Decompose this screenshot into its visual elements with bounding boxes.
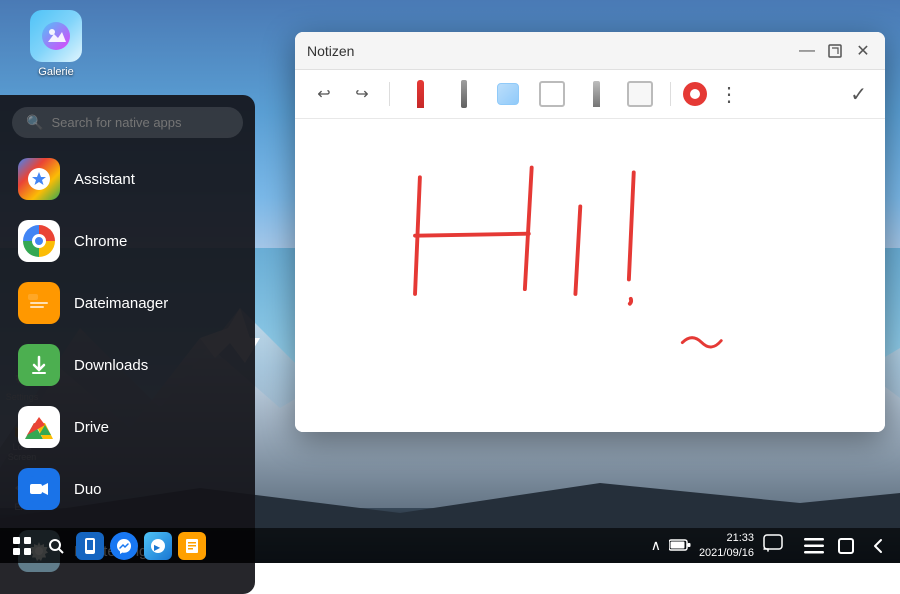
minimize-button[interactable]: — <box>797 41 817 61</box>
nav-recents-button[interactable] <box>832 532 860 560</box>
taskbar-app-phone[interactable] <box>76 532 104 560</box>
nav-menu-button[interactable] <box>800 532 828 560</box>
close-button[interactable]: ✕ <box>853 41 873 61</box>
maximize-button[interactable] <box>825 41 845 61</box>
chrome-icon <box>18 220 60 262</box>
window-toolbar: ↩ ↪ <box>295 70 885 119</box>
more-options-button[interactable]: ⋮ <box>715 78 743 111</box>
square2-tool-icon <box>627 81 653 107</box>
duo-icon <box>18 468 60 510</box>
app-item-duo[interactable]: Duo <box>0 458 255 520</box>
drive-icon <box>18 406 60 448</box>
pen-tool-gray[interactable] <box>446 76 482 112</box>
notizen-window: Notizen — ✕ ↩ ↪ <box>295 32 885 432</box>
svg-text:▶: ▶ <box>154 543 161 552</box>
app-launcher: 🔍 Assistant Chrome <box>0 95 255 594</box>
taskbar-right: ∧ 21:33 2021/09/16 <box>651 531 892 560</box>
window-titlebar: Notizen — ✕ <box>295 32 885 70</box>
time-display: 21:33 <box>699 531 754 545</box>
date-display: 2021/09/16 <box>699 546 754 560</box>
toolbar-separator-1 <box>389 82 390 106</box>
undo-button[interactable]: ↩ <box>309 79 339 109</box>
pen-tool-square[interactable] <box>534 76 570 112</box>
pen-tool-pencil[interactable] <box>578 76 614 112</box>
taskbar-app-notes[interactable] <box>178 532 206 560</box>
window-controls: — ✕ <box>797 41 873 61</box>
pen-tool-square2[interactable] <box>622 76 658 112</box>
app-item-dateimanager[interactable]: Dateimanager <box>0 272 255 334</box>
chevron-up-icon[interactable]: ∧ <box>651 537 661 554</box>
record-button[interactable] <box>683 82 707 106</box>
taskbar-clock: 21:33 2021/09/16 <box>699 531 754 560</box>
app-item-assistant[interactable]: Assistant <box>0 148 255 210</box>
downloads-icon <box>18 344 60 386</box>
eraser-icon <box>497 83 519 105</box>
search-icon: 🔍 <box>26 114 43 131</box>
dateimanager-label: Dateimanager <box>74 295 168 312</box>
taskbar-app-store[interactable]: ▶ <box>144 532 172 560</box>
redo-button[interactable]: ↪ <box>347 79 377 109</box>
pencil-icon <box>593 81 600 107</box>
square-tool-icon <box>539 81 565 107</box>
record-dot <box>690 89 700 99</box>
battery-icon <box>669 538 691 554</box>
taskbar-search-button[interactable] <box>42 532 70 560</box>
desktop: Galerie ⚙ Settings 🔒 Lock Screen Exit 🔍 <box>0 0 900 563</box>
drawing-svg <box>295 119 885 432</box>
taskbar-app-messenger[interactable] <box>110 532 138 560</box>
pen-tool-red[interactable] <box>402 76 438 112</box>
app-item-drive[interactable]: Drive <box>0 396 255 458</box>
assistant-icon <box>18 158 60 200</box>
pen-tool-eraser[interactable] <box>490 76 526 112</box>
chrome-label: Chrome <box>74 233 127 250</box>
toolbar-separator-2 <box>670 82 671 106</box>
dateimanager-icon <box>18 282 60 324</box>
nav-buttons <box>800 532 892 560</box>
red-pen-icon <box>417 80 424 108</box>
app-item-downloads[interactable]: Downloads <box>0 334 255 396</box>
gray-pen-icon <box>461 80 467 108</box>
taskbar-left: ▶ <box>8 532 206 560</box>
drive-label: Drive <box>74 419 109 436</box>
taskbar: ▶ ∧ <box>0 528 900 563</box>
search-input[interactable] <box>51 115 229 130</box>
assistant-label: Assistant <box>74 171 135 188</box>
nav-back-button[interactable] <box>864 532 892 560</box>
window-title: Notizen <box>307 43 354 59</box>
downloads-label: Downloads <box>74 357 148 374</box>
check-button[interactable]: ✓ <box>846 78 871 111</box>
chat-icon[interactable] <box>762 533 784 558</box>
taskbar-launcher-button[interactable] <box>8 532 36 560</box>
app-item-chrome[interactable]: Chrome <box>0 210 255 272</box>
duo-label: Duo <box>74 481 102 498</box>
search-bar[interactable]: 🔍 <box>12 107 243 138</box>
drawing-canvas[interactable] <box>295 119 885 432</box>
